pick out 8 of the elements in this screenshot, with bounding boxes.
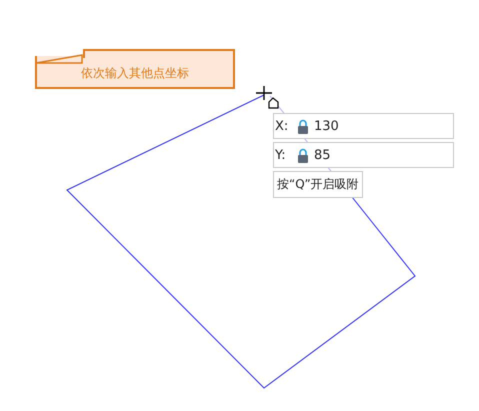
snap-hint-tooltip: 按“Q”开启吸附	[273, 171, 363, 198]
coordinate-value: 130	[314, 118, 339, 134]
coordinate-label: X:	[275, 118, 290, 134]
coordinate-label: Y:	[275, 148, 287, 162]
coordinate-input-field[interactable]: Y: 85	[273, 142, 454, 168]
coordinate-value: 85	[314, 148, 331, 162]
coordinate-input-field[interactable]: X: 130	[273, 113, 454, 139]
prompt-text: 依次输入其他点坐标	[81, 65, 189, 82]
